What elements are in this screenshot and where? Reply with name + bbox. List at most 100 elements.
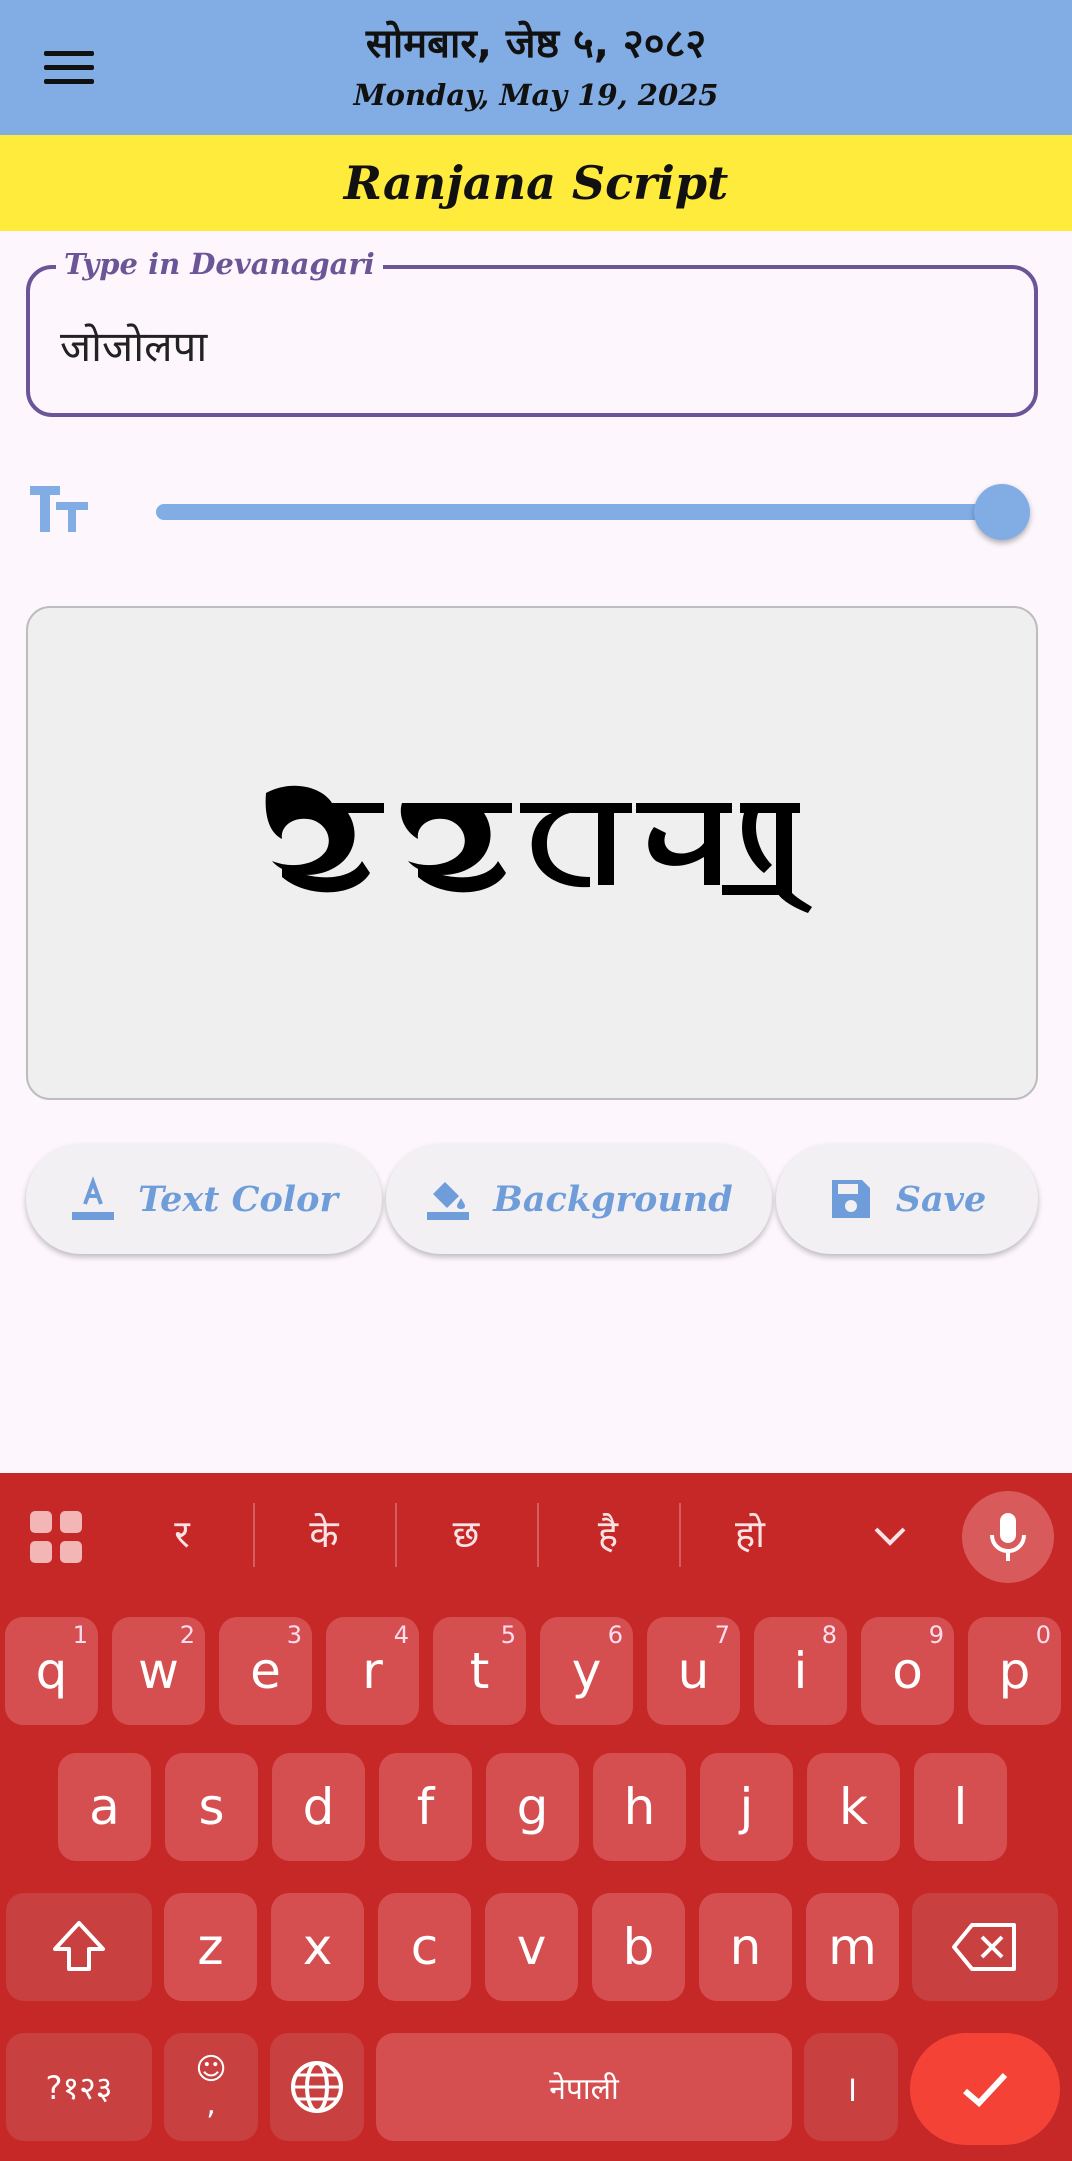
key-label: l xyxy=(953,1778,968,1836)
key-label: g xyxy=(516,1778,549,1836)
key-hint: 4 xyxy=(393,1621,409,1649)
key-label: t xyxy=(469,1642,490,1700)
key-label: m xyxy=(828,1918,877,1976)
key-label: x xyxy=(302,1918,333,1976)
key-c[interactable]: c xyxy=(378,1893,471,2001)
key-hint: 9 xyxy=(928,1621,944,1649)
suggestion-strip: र के छ है हो xyxy=(0,1473,1072,1593)
suggestion-5[interactable]: हो xyxy=(680,1503,820,1565)
language-key[interactable] xyxy=(270,2033,364,2141)
ranjana-rendered-text xyxy=(265,785,812,913)
key-label: d xyxy=(302,1778,335,1836)
key-label: y xyxy=(571,1642,602,1700)
microphone-button[interactable] xyxy=(962,1491,1054,1583)
key-hint: 3 xyxy=(286,1621,302,1649)
key-b[interactable]: b xyxy=(592,1893,685,2001)
key-r[interactable]: r4 xyxy=(326,1617,419,1725)
key-label: f xyxy=(416,1778,435,1836)
devanagari-input-field[interactable]: Type in Devanagari जोजोलपा xyxy=(26,247,1038,417)
chevron-down-icon[interactable] xyxy=(866,1513,914,1561)
key-hint: 6 xyxy=(607,1621,623,1649)
save-icon xyxy=(831,1180,870,1218)
text-color-icon xyxy=(72,1176,115,1220)
key-h[interactable]: h xyxy=(593,1753,686,1861)
enter-key[interactable] xyxy=(910,2033,1060,2145)
key-label: h xyxy=(623,1778,656,1836)
key-label: k xyxy=(839,1778,868,1836)
key-label: r xyxy=(362,1642,383,1700)
microphone-icon xyxy=(990,1513,1026,1561)
key-u[interactable]: u7 xyxy=(647,1617,740,1725)
key-d[interactable]: d xyxy=(272,1753,365,1861)
fill-bucket-icon xyxy=(427,1182,470,1220)
key-label: w xyxy=(138,1642,179,1700)
apps-grid-icon[interactable] xyxy=(28,1509,84,1565)
key-x[interactable]: x xyxy=(271,1893,364,2001)
key-w[interactable]: w2 xyxy=(112,1617,205,1725)
slider-thumb[interactable] xyxy=(974,484,1030,540)
symbols-key[interactable]: ?१२३ xyxy=(6,2033,152,2141)
suggestion-1[interactable]: र xyxy=(112,1503,252,1565)
key-label: e xyxy=(250,1642,281,1700)
key-s[interactable]: s xyxy=(165,1753,258,1861)
key-z[interactable]: z xyxy=(164,1893,257,2001)
key-g[interactable]: g xyxy=(486,1753,579,1861)
key-t[interactable]: t5 xyxy=(433,1617,526,1725)
comma-label: , xyxy=(206,2087,216,2122)
key-hint: 7 xyxy=(714,1621,730,1649)
input-label: Type in Devanagari xyxy=(56,247,383,281)
text-size-icon xyxy=(30,486,88,532)
background-button[interactable]: Background xyxy=(386,1144,772,1254)
key-v[interactable]: v xyxy=(485,1893,578,2001)
font-size-slider[interactable] xyxy=(156,480,1030,544)
key-p[interactable]: p0 xyxy=(968,1617,1061,1725)
key-label: c xyxy=(410,1918,439,1976)
emoji-comma-key[interactable]: ☺ , xyxy=(164,2033,258,2141)
key-hint: 8 xyxy=(821,1621,837,1649)
symbols-key-label: ?१२३ xyxy=(45,2068,113,2107)
title-bar: Ranjana Script xyxy=(0,135,1072,231)
key-n[interactable]: n xyxy=(699,1893,792,2001)
key-label: s xyxy=(198,1778,225,1836)
english-date: Monday, May 19, 2025 xyxy=(353,78,719,112)
danda-key[interactable]: । xyxy=(804,2033,898,2141)
key-label: z xyxy=(197,1918,224,1976)
shift-arrow-icon xyxy=(53,1921,105,1971)
nepali-date: सोमबार, जेष्ठ ५, २०८२ xyxy=(365,21,707,67)
key-l[interactable]: l xyxy=(914,1753,1007,1861)
key-label: b xyxy=(622,1918,655,1976)
key-label: v xyxy=(516,1918,547,1976)
space-bar[interactable]: नेपाली xyxy=(376,2033,792,2141)
backspace-key[interactable] xyxy=(912,1893,1058,2001)
key-hint: 2 xyxy=(179,1621,195,1649)
key-q[interactable]: q1 xyxy=(5,1617,98,1725)
key-label: q xyxy=(35,1642,68,1700)
key-i[interactable]: i8 xyxy=(754,1617,847,1725)
key-k[interactable]: k xyxy=(807,1753,900,1861)
key-o[interactable]: o9 xyxy=(861,1617,954,1725)
suggestion-4[interactable]: है xyxy=(538,1503,678,1565)
checkmark-icon xyxy=(963,2072,1008,2108)
emoji-icon: ☺ xyxy=(195,2052,227,2087)
key-a[interactable]: a xyxy=(58,1753,151,1861)
key-m[interactable]: m xyxy=(806,1893,899,2001)
suggestion-3[interactable]: छ xyxy=(396,1503,536,1565)
shift-key[interactable] xyxy=(6,1893,152,2001)
key-j[interactable]: j xyxy=(700,1753,793,1861)
space-bar-label: नेपाली xyxy=(549,2071,619,2107)
backspace-icon xyxy=(952,1923,1016,1971)
app-header: सोमबार, जेष्ठ ५, २०८२ Monday, May 19, 20… xyxy=(0,0,1072,135)
key-label: n xyxy=(729,1918,762,1976)
text-color-button[interactable]: Text Color xyxy=(26,1144,382,1254)
key-label: o xyxy=(892,1642,923,1700)
slider-track[interactable] xyxy=(156,504,1002,520)
key-e[interactable]: e3 xyxy=(219,1617,312,1725)
input-value[interactable]: जोजोलपा xyxy=(60,317,207,374)
background-label: Background xyxy=(493,1178,733,1220)
key-y[interactable]: y6 xyxy=(540,1617,633,1725)
key-label: a xyxy=(89,1778,120,1836)
key-f[interactable]: f xyxy=(379,1753,472,1861)
save-button[interactable]: Save xyxy=(776,1144,1038,1254)
suggestion-2[interactable]: के xyxy=(254,1503,394,1565)
key-hint: 0 xyxy=(1035,1621,1051,1649)
